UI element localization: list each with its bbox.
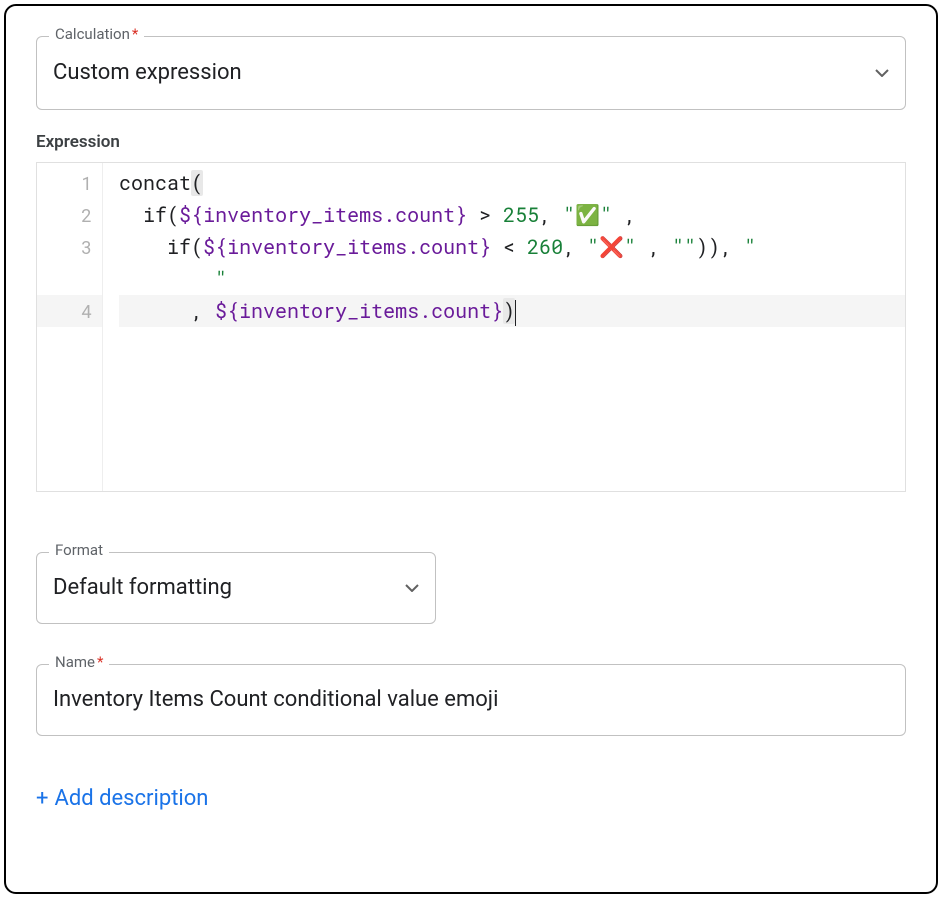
text-cursor — [515, 300, 516, 326]
format-value: Default formatting — [53, 557, 397, 619]
add-description-label: Add description — [54, 786, 208, 811]
add-description-button[interactable]: + Add description — [36, 786, 208, 811]
format-select[interactable]: Format Default formatting — [36, 552, 436, 624]
name-value: Inventory Items Count conditional value … — [53, 669, 889, 731]
code-line: if(${inventory_items.count} < 260, "❌" ,… — [119, 231, 905, 263]
name-label: Name* — [49, 655, 109, 670]
dropdown-caret-icon — [405, 584, 419, 592]
calculation-value: Custom expression — [53, 42, 867, 104]
editor-gutter: 1 2 3 4 — [37, 163, 103, 491]
code-line: concat( — [119, 167, 905, 199]
code-line: , ${inventory_items.count}) — [119, 295, 905, 327]
plus-icon: + — [36, 788, 48, 810]
code-line-wrap: " — [119, 263, 905, 295]
expression-editor[interactable]: 1 2 3 4 concat( if(${inventory_items.cou… — [36, 162, 906, 492]
code-line: if(${inventory_items.count} > 255, "✅" , — [119, 199, 905, 231]
calculation-select[interactable]: Calculation* Custom expression — [36, 36, 906, 110]
name-input[interactable]: Name* Inventory Items Count conditional … — [36, 664, 906, 736]
form-panel: Calculation* Custom expression Expressio… — [4, 4, 938, 894]
expression-label: Expression — [36, 132, 906, 152]
editor-code[interactable]: concat( if(${inventory_items.count} > 25… — [103, 163, 905, 491]
dropdown-caret-icon — [875, 69, 889, 77]
format-label: Format — [49, 543, 109, 558]
calculation-label: Calculation* — [49, 27, 144, 42]
